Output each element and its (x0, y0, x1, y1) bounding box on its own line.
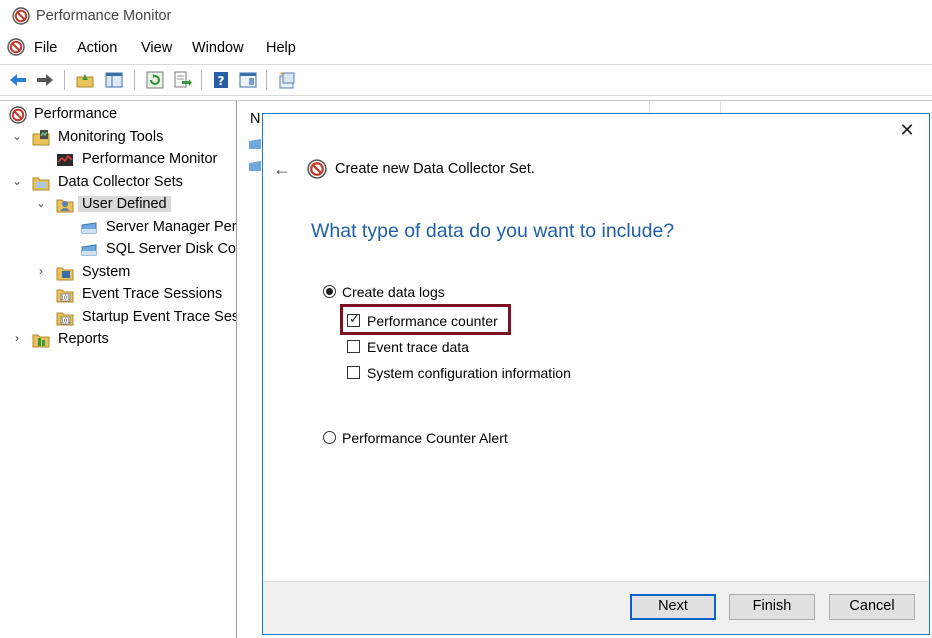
collector-set-icon (249, 139, 261, 149)
tree-item-label: User Defined (78, 196, 171, 212)
export-list-icon[interactable] (172, 70, 192, 90)
monitoring-tools-icon (32, 130, 50, 146)
performance-monitor-app-icon (12, 7, 30, 25)
radio-button[interactable] (323, 285, 336, 298)
properties-icon[interactable] (238, 70, 258, 90)
menu-action[interactable]: Action (77, 40, 117, 56)
back-arrow-icon[interactable]: ← (273, 159, 291, 180)
tree-item-label: Event Trace Sessions (82, 286, 223, 302)
tree-item-label: Server Manager Per (106, 219, 237, 235)
toolbar-separator (201, 70, 202, 90)
checkbox[interactable] (347, 366, 360, 379)
help-icon[interactable]: ? (211, 70, 231, 90)
folder-icon (32, 177, 50, 191)
tree-item-startup-event-trace[interactable]: 101 Startup Event Trace Ses (0, 308, 236, 329)
svg-text:101: 101 (61, 319, 71, 325)
tree-item-label: Data Collector Sets (58, 174, 183, 190)
radio-button[interactable] (323, 431, 336, 444)
chevron-down-icon[interactable]: ⌄ (10, 174, 24, 188)
collector-set-icon (81, 222, 97, 234)
next-button[interactable]: Next (630, 594, 716, 620)
tree-item-reports[interactable]: › Reports (0, 330, 236, 351)
svg-text:101: 101 (61, 296, 71, 302)
tree-item-label: Performance (34, 106, 118, 122)
checkbox-label: Event trace data (367, 339, 469, 355)
toolbar-separator (64, 70, 65, 90)
tree-item-label: System (82, 264, 131, 280)
system-menu-icon[interactable] (7, 38, 25, 56)
checkbox-label: Performance counter (367, 313, 498, 329)
performance-monitor-icon (57, 154, 73, 166)
cancel-button[interactable]: Cancel (829, 594, 915, 620)
tree-item-performance[interactable]: Performance (0, 105, 236, 126)
menu-bar: File Action View Window Help (0, 36, 932, 62)
tree-item-label: Monitoring Tools (58, 129, 164, 145)
reports-icon (32, 334, 50, 348)
checkbox[interactable] (347, 340, 360, 353)
menu-file[interactable]: File (34, 40, 57, 56)
window-title: Performance Monitor (36, 8, 172, 24)
menu-window[interactable]: Window (192, 40, 244, 56)
dialog-title: Create new Data Collector Set. (335, 161, 535, 177)
radio-label: Performance Counter Alert (342, 430, 508, 446)
back-arrow-icon[interactable] (8, 70, 28, 90)
tree-item-user-defined[interactable]: ⌄ User Defined (0, 195, 236, 216)
close-icon[interactable]: ✕ (897, 120, 917, 141)
toolbar-separator (266, 70, 267, 90)
radio-label: Create data logs (342, 284, 445, 300)
chevron-down-icon[interactable]: ⌄ (10, 129, 24, 143)
chevron-down-icon[interactable]: ⌄ (34, 196, 48, 210)
tree-item-label: Performance Monitor (82, 151, 218, 167)
tree-item-label: Reports (58, 331, 109, 347)
tree-item-system[interactable]: › System (0, 263, 236, 284)
checkbox[interactable]: ✓ (347, 311, 360, 327)
svg-text:?: ? (218, 74, 225, 88)
tree-item-label: Startup Event Trace Ses (82, 309, 237, 325)
user-defined-icon (56, 199, 74, 213)
console-tree: Performance ⌄ Monitoring Tools Performan… (0, 100, 237, 638)
up-folder-icon[interactable] (75, 70, 95, 90)
show-hide-tree-icon[interactable] (104, 70, 124, 90)
startup-trace-icon: 101 (56, 312, 74, 326)
create-data-collector-set-dialog: ✕ ← Create new Data Collector Set. What … (262, 113, 930, 635)
forward-arrow-icon[interactable] (35, 70, 55, 90)
title-bar: Performance Monitor (0, 0, 932, 34)
system-icon (56, 267, 74, 281)
event-trace-icon: 101 (56, 289, 74, 303)
menu-view[interactable]: View (141, 40, 172, 56)
check-icon: ✓ (349, 311, 360, 326)
checkbox-label: System configuration information (367, 365, 571, 381)
tree-item-performance-monitor[interactable]: Performance Monitor (0, 150, 236, 171)
dialog-question: What type of data do you want to include… (311, 220, 675, 242)
chevron-right-icon[interactable]: › (10, 331, 24, 345)
collector-set-icon (249, 161, 261, 171)
tree-item-server-manager[interactable]: Server Manager Per (0, 218, 236, 239)
tree-item-data-collector-sets[interactable]: ⌄ Data Collector Sets (0, 173, 236, 194)
menu-help[interactable]: Help (266, 40, 296, 56)
chevron-right-icon[interactable]: › (34, 264, 48, 278)
collector-set-icon (81, 244, 97, 256)
performance-icon (9, 106, 27, 124)
toolbar-separator (134, 70, 135, 90)
finish-button[interactable]: Finish (729, 594, 815, 620)
new-window-icon[interactable] (277, 70, 297, 90)
tree-item-sql-server-disk[interactable]: SQL Server Disk Cou (0, 240, 236, 261)
column-header-name[interactable]: N (250, 111, 260, 127)
refresh-icon[interactable] (145, 70, 165, 90)
tree-item-monitoring-tools[interactable]: ⌄ Monitoring Tools (0, 128, 236, 149)
performance-icon (307, 159, 327, 179)
toolbar: ? (0, 64, 932, 96)
tree-item-event-trace-sessions[interactable]: 101 Event Trace Sessions (0, 285, 236, 306)
tree-item-label: SQL Server Disk Cou (106, 241, 237, 257)
dialog-footer: Next Finish Cancel (263, 581, 929, 634)
